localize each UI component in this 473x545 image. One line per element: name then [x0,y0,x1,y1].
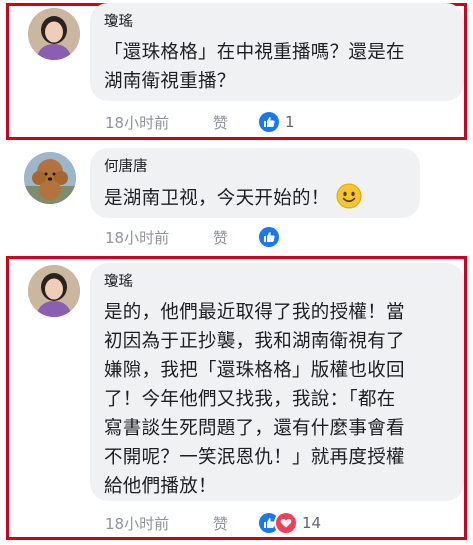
thumbs-up-icon[interactable] [259,112,279,132]
reaction-count[interactable]: 14 [302,514,321,532]
smiling-face-emoji [336,183,362,209]
comment-author[interactable]: 瓊瑤 [104,13,452,32]
reaction-count[interactable]: 1 [285,113,295,131]
like-button[interactable]: 赞 [213,112,259,133]
author-avatar[interactable] [28,265,80,317]
comment-text: 是湖南卫视，今天开始的！ [104,183,408,213]
comment-meta: 18小时前 赞 1 [105,110,295,134]
comment-text-content: 是湖南卫视，今天开始的！ [104,188,330,209]
comment-bubble: 瓊瑤 「還珠格格」在中視重播嗎？還是在 湖南衛視重播？ [90,3,464,101]
comment-time[interactable]: 18小时前 [105,513,213,534]
thumbs-up-icon[interactable] [259,227,279,247]
comment-bubble: 何唐唐 是湖南卫视，今天开始的！ [90,148,420,218]
like-button[interactable]: 赞 [213,227,259,248]
author-avatar[interactable] [24,152,76,204]
comment-author[interactable]: 何唐唐 [104,158,408,177]
author-avatar[interactable] [28,8,80,60]
heart-icon[interactable] [276,513,296,533]
comment-time[interactable]: 18小时前 [105,112,213,133]
comment-time[interactable]: 18小时前 [105,227,213,248]
comment-meta: 18小时前 赞 14 [105,511,321,535]
like-button[interactable]: 赞 [213,513,259,534]
comment-text: 「還珠格格」在中視重播嗎？還是在 湖南衛視重播？ [104,42,405,92]
comment-text: 是的，他們最近取得了我的授權！當 初因為于正抄襲，我和湖南衛視有了 嫌隙，我把「… [104,302,405,497]
comment-author[interactable]: 瓊瑤 [104,273,452,292]
comment-meta: 18小时前 赞 [105,225,285,249]
comment-bubble: 瓊瑤 是的，他們最近取得了我的授權！當 初因為于正抄襲，我和湖南衛視有了 嫌隙，… [90,263,464,501]
comment-thread: 瓊瑤 「還珠格格」在中視重播嗎？還是在 湖南衛視重播？ 18小时前 赞 1 何唐… [0,0,473,545]
